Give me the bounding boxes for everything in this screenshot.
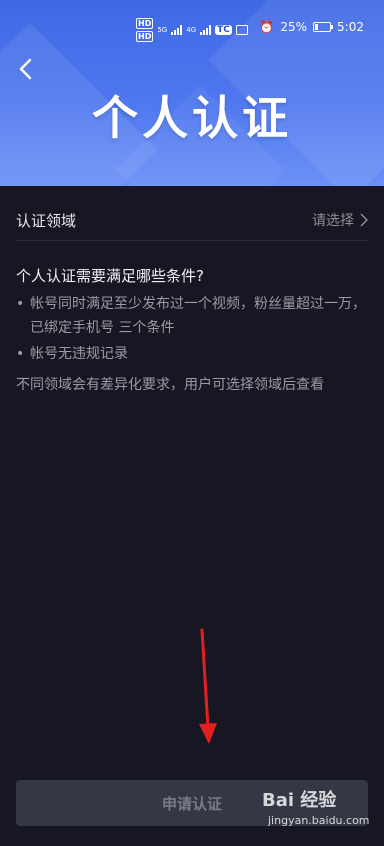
back-button[interactable] xyxy=(10,54,40,84)
bullet-dot: • xyxy=(16,346,25,362)
alarm-icon: ⏰ xyxy=(259,20,275,34)
sim-icon xyxy=(235,25,248,35)
conditions-title: 个人认证需要满足哪些条件? xyxy=(16,267,204,285)
field-select-row[interactable]: 认证领域 请选择 xyxy=(16,200,368,241)
chevron-left-icon xyxy=(19,58,32,80)
condition-item: • 帐号同时满足至少发布过一个视频，粉丝量超过一万，已绑定手机号 三个条件 xyxy=(16,292,376,340)
watermark-url: jingyan.baidu.com xyxy=(268,814,370,827)
field-value: 请选择 xyxy=(312,213,354,229)
network-label: 5G xyxy=(157,26,168,34)
baidu-watermark: Bai 经验 jingyan.baidu.com xyxy=(262,786,372,832)
header-banner: HD HD 5G 4G TC ⏰ 25% 5:02 个人认证 xyxy=(0,0,384,186)
condition-text: 帐号同时满足至少发布过一个视频，粉丝量超过一万，已绑定手机号 三个条件 xyxy=(30,296,366,336)
hd-icon: HD xyxy=(136,31,154,42)
battery-icon xyxy=(313,22,334,32)
page-title: 个人认证 xyxy=(92,91,292,145)
conditions-note: 不同领域会有差异化要求，用户可选择领域后查看 xyxy=(16,377,324,393)
hd-icon: HD xyxy=(136,18,154,29)
status-bar: HD HD 5G 4G TC ⏰ 25% 5:02 xyxy=(0,14,384,42)
field-label: 认证领域 xyxy=(16,211,77,230)
condition-item: • 帐号无违规记录 xyxy=(16,342,376,366)
battery-percent: 25% xyxy=(280,20,308,34)
app-badge-icon: TC xyxy=(215,25,232,35)
network-label: 4G xyxy=(186,26,197,34)
red-arrow-annotation xyxy=(199,628,217,744)
bullet-dot: • xyxy=(16,296,25,312)
condition-text: 帐号无违规记录 xyxy=(30,346,128,362)
clock: 5:02 xyxy=(337,20,364,34)
signal-icon xyxy=(171,25,183,35)
signal-icon xyxy=(200,25,212,35)
field-value-wrap: 请选择 xyxy=(312,210,368,230)
watermark-brand: Bai 经验 xyxy=(262,790,337,811)
chevron-right-icon xyxy=(360,213,368,227)
